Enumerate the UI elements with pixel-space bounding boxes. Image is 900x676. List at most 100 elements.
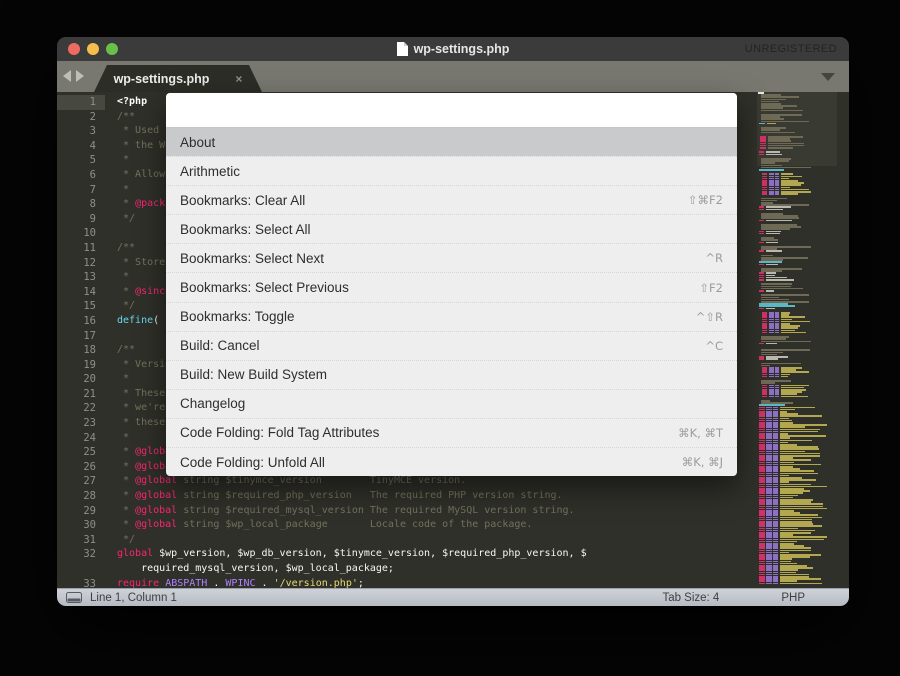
- line-number: 22: [57, 401, 105, 416]
- command-shortcut: ⇧⌘F2: [688, 193, 723, 207]
- command-item[interactable]: Build: Cancel^C: [166, 331, 737, 360]
- minimap-line: [759, 264, 764, 266]
- code-line: require ABSPATH . WPINC . '/version.php'…: [117, 577, 739, 588]
- minimap-line: [769, 193, 774, 195]
- minimap-line: [761, 132, 795, 134]
- line-number: 33: [57, 577, 105, 588]
- minimap-line: [759, 290, 764, 292]
- traffic-lights: [68, 43, 118, 55]
- minimap-line: [767, 123, 776, 125]
- command-item[interactable]: Bookmarks: Select Previous⇧F2: [166, 272, 737, 301]
- minimap-line: [781, 332, 806, 334]
- tab-close-icon[interactable]: ×: [235, 72, 242, 86]
- tab-wp-settings[interactable]: wp-settings.php ×: [94, 65, 262, 92]
- minimap-line: [766, 279, 794, 281]
- minimap-line: [775, 332, 779, 334]
- document-icon: [397, 42, 408, 56]
- minimap-line: [775, 193, 779, 195]
- line-number: 4: [57, 139, 105, 154]
- line-number: 18: [57, 343, 105, 358]
- command-shortcut: ⌘K, ⌘T: [678, 426, 723, 440]
- command-item[interactable]: About: [166, 127, 737, 156]
- minimap-line: [766, 264, 778, 266]
- window-title: wp-settings.php: [414, 42, 510, 56]
- command-item[interactable]: Bookmarks: Toggle^⇧R: [166, 302, 737, 331]
- minimap-line: [769, 376, 774, 378]
- code-line: * @global string $wp_local_package Local…: [117, 518, 739, 533]
- titlebar: wp-settings.php UNREGISTERED: [57, 37, 849, 61]
- line-number: 25: [57, 445, 105, 460]
- command-label: Bookmarks: Select Next: [180, 251, 324, 266]
- command-item[interactable]: Bookmarks: Select Next^R: [166, 243, 737, 272]
- minimize-window-button[interactable]: [87, 43, 99, 55]
- line-number: 32: [57, 547, 105, 562]
- line-number: 26: [57, 460, 105, 475]
- registration-status: UNREGISTERED: [745, 43, 837, 55]
- minimap-line: [759, 242, 764, 244]
- sublime-text-window: wp-settings.php UNREGISTERED wp-settings…: [57, 37, 849, 606]
- line-number: 6: [57, 168, 105, 183]
- command-palette-input[interactable]: [166, 93, 737, 127]
- close-window-button[interactable]: [68, 43, 80, 55]
- tab-nav-back-icon[interactable]: [63, 70, 71, 82]
- panel-toggle-icon[interactable]: [66, 592, 82, 603]
- line-number: 3: [57, 124, 105, 139]
- minimap-line: [766, 583, 772, 585]
- command-item[interactable]: Bookmarks: Clear All ⇧⌘F2: [166, 185, 737, 214]
- command-shortcut: ⇧F2: [699, 281, 723, 295]
- line-number: 7: [57, 183, 105, 198]
- minimap-line: [766, 220, 792, 222]
- minimap-line: [775, 376, 779, 378]
- command-shortcut: ^⇧R: [696, 310, 723, 324]
- command-label: Changelog: [180, 396, 245, 411]
- minimap-line: [762, 332, 767, 334]
- command-item[interactable]: Arithmetic: [166, 156, 737, 185]
- command-item[interactable]: Build: New Build System: [166, 360, 737, 389]
- tab-size-button[interactable]: Tab Size: 4: [662, 592, 719, 604]
- minimap-line: [762, 193, 767, 195]
- command-label: Build: Cancel: [180, 338, 260, 353]
- command-palette: AboutArithmeticBookmarks: Clear All⇧⌘F2B…: [166, 93, 737, 476]
- line-number: 24: [57, 431, 105, 446]
- tab-overflow-menu-icon[interactable]: [821, 73, 835, 81]
- syntax-button[interactable]: PHP: [781, 592, 805, 604]
- minimap-line: [769, 396, 774, 398]
- zoom-window-button[interactable]: [106, 43, 118, 55]
- line-number: 31: [57, 533, 105, 548]
- command-item[interactable]: Code Folding: Unfold All⌘K, ⌘J: [166, 447, 737, 476]
- line-number: [57, 562, 105, 577]
- minimap-line: [759, 308, 764, 310]
- minimap-line: [766, 358, 778, 360]
- line-number: 1: [57, 95, 105, 110]
- command-label: Bookmarks: Select All: [180, 222, 311, 237]
- line-number: 12: [57, 256, 105, 271]
- command-item[interactable]: Changelog: [166, 389, 737, 418]
- minimap-line: [766, 209, 783, 211]
- line-number: 16: [57, 314, 105, 329]
- minimap-line: [769, 332, 774, 334]
- line-number: 29: [57, 504, 105, 519]
- minimap-line: [775, 396, 779, 398]
- line-number: 11: [57, 241, 105, 256]
- minimap[interactable]: [757, 92, 837, 588]
- command-item[interactable]: Bookmarks: Select All: [166, 214, 737, 243]
- minimap-line: [766, 154, 782, 156]
- minimap-line: [773, 583, 778, 585]
- tab-nav-forward-icon[interactable]: [76, 70, 84, 82]
- line-number: 23: [57, 416, 105, 431]
- minimap-line: [759, 169, 784, 171]
- tab-nav: [63, 70, 84, 82]
- command-item[interactable]: Code Folding: Fold Tag Attributes⌘K, ⌘T: [166, 418, 737, 447]
- line-number: 2: [57, 110, 105, 125]
- minimap-line: [759, 209, 764, 211]
- command-label: Bookmarks: Clear All: [180, 193, 305, 208]
- line-number: 5: [57, 153, 105, 168]
- line-number: 17: [57, 329, 105, 344]
- minimap-line: [759, 358, 764, 360]
- line-number: 28: [57, 489, 105, 504]
- line-number: 13: [57, 270, 105, 285]
- minimap-line: [768, 147, 793, 149]
- code-line: required_mysql_version, $wp_local_packag…: [117, 562, 739, 577]
- minimap-line: [760, 147, 766, 149]
- code-line: * @global string $required_mysql_version…: [117, 504, 739, 519]
